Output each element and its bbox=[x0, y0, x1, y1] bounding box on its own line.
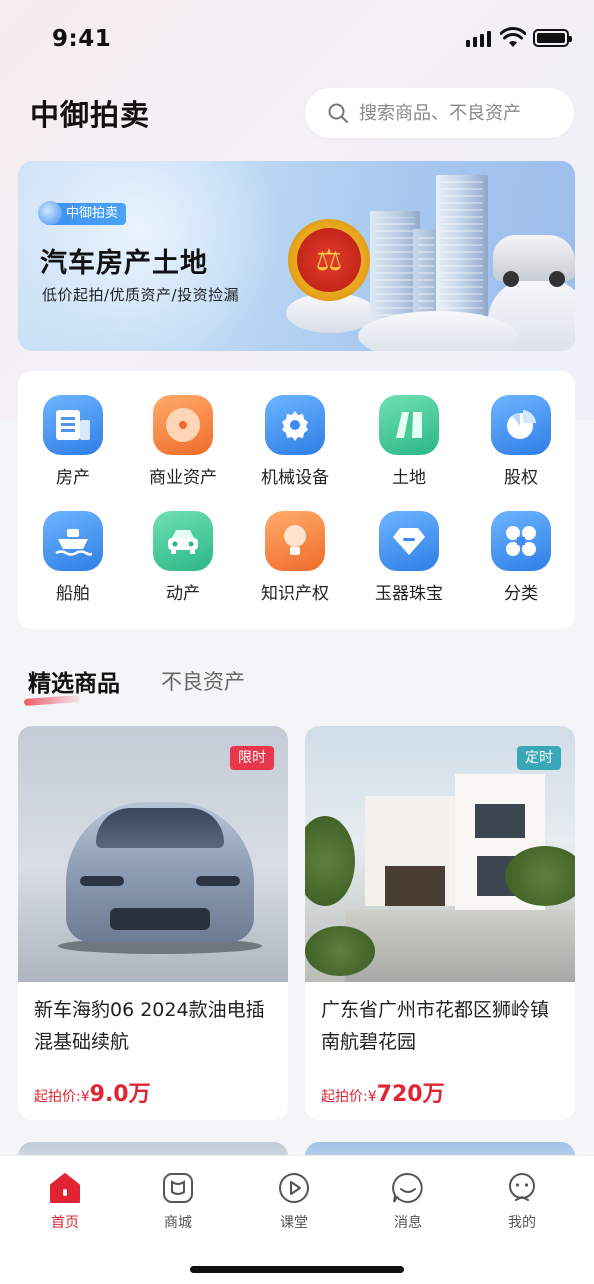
message-icon bbox=[390, 1170, 426, 1206]
search-input[interactable] bbox=[359, 102, 559, 124]
category-label: 玉器珠宝 bbox=[375, 584, 443, 604]
category-label: 土地 bbox=[392, 468, 426, 488]
category-label: 动产 bbox=[166, 584, 200, 604]
house-entrance bbox=[385, 866, 445, 906]
wifi-icon bbox=[500, 27, 526, 47]
bottom-tab-bar: 首页 商城 课堂 消息 我的 bbox=[0, 1156, 594, 1284]
tab-label: 首页 bbox=[51, 1215, 79, 1231]
category-commercial-assets[interactable]: 商业资产 bbox=[128, 395, 238, 488]
home-icon bbox=[47, 1170, 83, 1206]
battery-icon bbox=[533, 29, 572, 47]
banner-subtitle: 低价起拍/优质资产/投资捡漏 bbox=[42, 286, 240, 304]
limited-time-badge: 限时 bbox=[230, 746, 274, 770]
driveway bbox=[345, 910, 575, 982]
tab-classroom[interactable]: 课堂 bbox=[254, 1170, 334, 1232]
tab-distressed-assets[interactable]: 不良资产 bbox=[161, 666, 245, 696]
status-bar: 9:41 bbox=[0, 0, 594, 80]
category-label: 商业资产 bbox=[149, 468, 217, 488]
category-label: 股权 bbox=[504, 468, 538, 488]
product-name: 新车海豹06 2024款油电插混基础续航 bbox=[34, 999, 265, 1053]
target-icon bbox=[153, 395, 213, 455]
category-equity[interactable]: 股权 bbox=[466, 395, 576, 488]
tab-messages[interactable]: 消息 bbox=[368, 1170, 448, 1232]
tree bbox=[505, 846, 575, 906]
price-currency: ¥ bbox=[80, 1089, 90, 1105]
mall-icon bbox=[160, 1170, 196, 1206]
banner-title: 汽车房产土地 bbox=[40, 248, 208, 279]
search-icon bbox=[328, 103, 348, 123]
banner-tag: 中御拍卖 bbox=[37, 201, 127, 225]
tab-profile[interactable]: 我的 bbox=[482, 1170, 562, 1232]
price-value: 720万 bbox=[376, 1082, 445, 1107]
price-label: 起拍价: bbox=[321, 1089, 368, 1105]
price-label: 起拍价: bbox=[34, 1089, 81, 1105]
category-label: 房产 bbox=[56, 468, 90, 488]
category-label: 机械设备 bbox=[261, 468, 329, 488]
category-grid: 房产 商业资产 机械设备 土地 股权 船舶 动产 知识产权 玉器珠宝 分类 bbox=[18, 371, 575, 629]
gear-icon bbox=[265, 395, 325, 455]
category-real-estate[interactable]: 房产 bbox=[18, 395, 128, 488]
lightbulb-icon bbox=[265, 511, 325, 571]
gem-icon bbox=[379, 511, 439, 571]
category-all[interactable]: 分类 bbox=[466, 511, 576, 604]
product-card[interactable]: 定时 广东省广州市花都区狮岭镇南航碧花园 起拍价:¥720万 bbox=[305, 726, 575, 1120]
category-label: 船舶 bbox=[56, 584, 90, 604]
tree bbox=[305, 816, 355, 906]
tab-mall[interactable]: 商城 bbox=[138, 1170, 218, 1232]
house-window bbox=[475, 804, 525, 838]
banner-building bbox=[436, 175, 488, 329]
category-label: 分类 bbox=[504, 584, 538, 604]
product-card[interactable]: 限时 新车海豹06 2024款油电插混基础续航 起拍价:¥9.0万 bbox=[18, 726, 288, 1120]
product-name: 广东省广州市花都区狮岭镇南航碧花园 bbox=[321, 999, 550, 1053]
banner-car-image bbox=[493, 235, 575, 287]
grid-icon bbox=[491, 511, 551, 571]
tab-label: 商城 bbox=[164, 1215, 192, 1231]
profile-icon bbox=[504, 1170, 540, 1206]
land-icon bbox=[379, 395, 439, 455]
product-price: 起拍价:¥9.0万 bbox=[34, 1076, 151, 1108]
car-headlight bbox=[80, 876, 124, 886]
tab-label: 课堂 bbox=[280, 1215, 308, 1231]
category-machinery[interactable]: 机械设备 bbox=[240, 395, 350, 488]
tab-featured[interactable]: 精选商品 bbox=[28, 664, 120, 698]
tab-label: 消息 bbox=[394, 1215, 422, 1231]
scheduled-badge: 定时 bbox=[517, 746, 561, 770]
category-ships[interactable]: 船舶 bbox=[18, 511, 128, 604]
ship-icon bbox=[43, 511, 103, 571]
tab-home[interactable]: 首页 bbox=[25, 1170, 105, 1232]
search-bar[interactable] bbox=[305, 88, 574, 138]
category-intellectual-property[interactable]: 知识产权 bbox=[240, 511, 350, 604]
app-title: 中御拍卖 bbox=[30, 98, 151, 132]
product-price: 起拍价:¥720万 bbox=[321, 1076, 445, 1108]
car-headlight bbox=[196, 876, 240, 886]
building-icon bbox=[43, 395, 103, 455]
tree bbox=[305, 926, 375, 976]
court-emblem-icon: ⚖ bbox=[288, 219, 370, 301]
price-currency: ¥ bbox=[367, 1089, 377, 1105]
car-grille bbox=[110, 908, 210, 930]
car-icon bbox=[153, 511, 213, 571]
pie-chart-icon bbox=[491, 395, 551, 455]
category-label: 知识产权 bbox=[261, 584, 329, 604]
category-land[interactable]: 土地 bbox=[354, 395, 464, 488]
category-jade-jewelry[interactable]: 玉器珠宝 bbox=[354, 511, 464, 604]
home-indicator[interactable] bbox=[190, 1266, 404, 1273]
cellular-signal-icon bbox=[466, 29, 491, 47]
promo-banner[interactable]: 中御拍卖 汽车房产土地 低价起拍/优质资产/投资捡漏 ⚖ bbox=[18, 161, 575, 351]
product-image: 定时 bbox=[305, 726, 575, 982]
car-windshield bbox=[96, 808, 224, 848]
tab-label: 我的 bbox=[508, 1215, 536, 1231]
status-time: 9:41 bbox=[52, 26, 112, 52]
price-value: 9.0万 bbox=[89, 1082, 151, 1107]
product-image: 限时 bbox=[18, 726, 288, 982]
category-movable-property[interactable]: 动产 bbox=[128, 511, 238, 604]
play-icon bbox=[276, 1170, 312, 1206]
